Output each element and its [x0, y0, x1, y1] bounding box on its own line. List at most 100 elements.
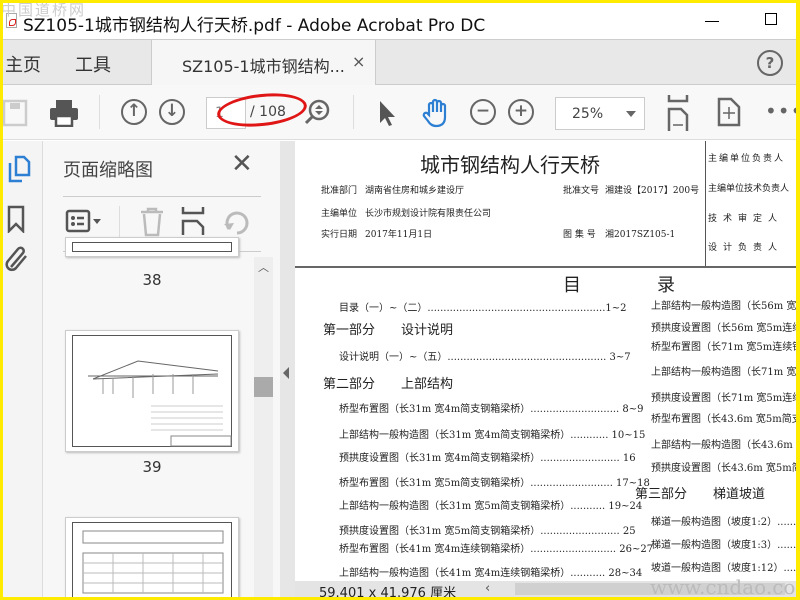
- bridge-drawing-thumbnail: [88, 360, 232, 447]
- delete-page-icon[interactable]: [139, 207, 165, 237]
- zoom-level-select[interactable]: 25%: [555, 97, 645, 130]
- window-title: SZ105-1城市钢结构人行天桥.pdf - Adobe Acrobat Pro…: [23, 16, 486, 36]
- attachments-icon[interactable]: [5, 245, 31, 273]
- thumbnail-scrollbar[interactable]: ︿: [254, 257, 273, 597]
- toc-part-heading: 第二部分 上部结构: [323, 377, 454, 392]
- signature-label: 主编单位技术负责人: [708, 184, 790, 194]
- signature-label: 设计负责人: [708, 243, 784, 253]
- toc-entry: 梯道一般构造图（坡度1:3）..............: [651, 540, 796, 551]
- signature-label: 技术审定人: [708, 214, 784, 224]
- close-panel-icon[interactable]: ✕: [231, 149, 253, 179]
- zoom-out-icon[interactable]: −: [470, 99, 496, 125]
- toc-heading: 目: [563, 275, 581, 296]
- rotate-view-icon[interactable]: [717, 97, 741, 127]
- page-thumbnail-38[interactable]: [65, 237, 239, 257]
- meta-value: 2017年11月1日: [365, 230, 433, 240]
- meta-value: 长沙市规划设计院有限责任公司: [365, 209, 492, 219]
- toc-entry: 坡道一般构造图（坡度1:12）..........: [651, 563, 796, 574]
- scrollbar-thumb[interactable]: [254, 377, 273, 397]
- page-dimensions: 59.401 x 41.976 厘米: [319, 586, 457, 597]
- insert-page-icon[interactable]: [181, 207, 207, 237]
- tab-home[interactable]: 主页: [5, 51, 41, 77]
- panel-title: 页面缩略图: [63, 160, 153, 181]
- header-divider: [295, 266, 796, 268]
- save-icon[interactable]: [3, 99, 29, 127]
- toc-entry: 预拱度设置图（长56m 宽5m连续钢箱梁: [651, 323, 796, 334]
- page-thumbnails-panel: 页面缩略图 ✕ 38 39 ︿: [43, 141, 280, 597]
- acrobat-window: SZ105-1城市钢结构人行天桥.pdf - Adobe Acrobat Pro…: [3, 3, 796, 597]
- toc-part-heading: 第一部分 设计说明: [323, 323, 454, 338]
- collapse-panel-strip[interactable]: [280, 141, 295, 597]
- toc-entry: 桥型布置图（长43.6m 宽5m简支钢桁梁: [651, 414, 796, 425]
- toc-entry: 预拱度设置图（长31m 宽5m简支钢箱梁桥）..................…: [339, 526, 636, 537]
- more-tools-icon[interactable]: •••: [765, 99, 796, 123]
- minimize-button[interactable]: [705, 21, 719, 22]
- toc-entry: 上部结构一般构造图（长31m 宽4m简支钢箱梁桥）............ 10…: [339, 430, 646, 441]
- toc-entry: 桥型布置图（长41m 宽4m连续钢箱梁桥）...................…: [339, 544, 654, 555]
- toolbar-divider: [99, 95, 100, 129]
- zoom-in-icon[interactable]: +: [508, 99, 534, 125]
- meta-label: 批准文号: [563, 186, 600, 196]
- scroll-up-icon[interactable]: ︿: [258, 259, 269, 275]
- meta-label: 图 集 号: [563, 230, 596, 240]
- zoom-pages-icon[interactable]: [305, 98, 331, 126]
- previous-page-icon[interactable]: ↑: [121, 99, 147, 125]
- signature-label: 主编单位负责人: [708, 154, 786, 164]
- toolbar-divider: [353, 95, 354, 129]
- divider: [63, 196, 261, 197]
- maximize-button[interactable]: [765, 13, 777, 25]
- toc-heading: 录: [657, 275, 675, 296]
- toc-entry: 桥型布置图（长31m 宽4m简支钢箱梁桥）...................…: [339, 404, 644, 415]
- print-icon[interactable]: [49, 99, 79, 127]
- toc-entry: 目录（一）~（二）...............................…: [339, 303, 627, 314]
- close-tab-icon[interactable]: ×: [352, 52, 365, 71]
- page-thumbnail-39[interactable]: [65, 330, 239, 452]
- toc-entry: 桥型布置图（长31m 宽5m简支钢箱梁桥）...................…: [339, 478, 650, 489]
- thumbnail-options-icon[interactable]: [65, 209, 105, 235]
- select-cursor-icon[interactable]: [377, 99, 397, 127]
- page-thumbnail-40[interactable]: [65, 517, 239, 597]
- toc-entry: 梯道一般构造图（坡度1:2）..............: [651, 517, 796, 528]
- collapse-left-icon[interactable]: [283, 367, 289, 379]
- bookmarks-icon[interactable]: [7, 205, 27, 233]
- navigation-pane-icons: [3, 141, 43, 597]
- meta-label: 实行日期: [321, 230, 358, 240]
- meta-label: 批准部门: [321, 186, 358, 196]
- meta-value: 湘2017SZ105-1: [605, 230, 676, 240]
- next-page-icon[interactable]: ↓: [159, 99, 185, 125]
- red-annotation-oval: [215, 89, 309, 131]
- meta-value: 湘建设【2017】200号: [605, 186, 700, 196]
- table-divider: [705, 141, 706, 266]
- toc-entry: 上部结构一般构造图（长41m 宽4m连续钢箱梁桥）........... 28~…: [339, 568, 643, 579]
- document-tab-label: SZ105-1城市钢结构...: [182, 57, 345, 76]
- toc-entry: 上部结构一般构造图（长56m 宽5m连续: [651, 301, 796, 312]
- toc-entry: 桥型布置图（长71m 宽5m连续钢箱梁桥: [651, 342, 796, 353]
- page-number-label: 38: [142, 271, 162, 289]
- divider: [119, 206, 120, 240]
- tab-tools[interactable]: 工具: [75, 51, 111, 77]
- toc-entry: 预拱度设置图（长43.6m 宽5m简支钢桁: [651, 463, 796, 474]
- toc-entry: 预拱度设置图（长31m 宽4m简支钢箱梁桥）..................…: [339, 453, 636, 464]
- toc-entry: 上部结构一般构造图（长71m 宽5m连续: [651, 367, 796, 378]
- chevron-down-icon: [626, 111, 636, 122]
- toc-entry: 上部结构一般构造图（长43.6m 宽5m简: [651, 440, 796, 451]
- document-view[interactable]: 城市钢结构人行天桥 批准部门 湖南省住房和城乡建设厅 批准文号 湘建设【2017…: [295, 141, 796, 581]
- document-title: 城市钢结构人行天桥: [420, 153, 600, 177]
- rotate-page-icon[interactable]: [223, 207, 251, 237]
- toc-entry: 上部结构一般构造图（长31m 宽5m简支钢箱梁桥）........... 19~…: [339, 501, 643, 512]
- tab-bar: 主页 工具 SZ105-1城市钢结构... × ?: [3, 39, 796, 85]
- help-icon[interactable]: ?: [757, 50, 783, 76]
- structure-drawing-thumbnail: [82, 530, 224, 594]
- page-thumbnails-icon[interactable]: [7, 155, 31, 185]
- scroll-left-icon[interactable]: ‹: [485, 581, 490, 596]
- page-number-label: 39: [142, 458, 162, 476]
- status-bar: 59.401 x 41.976 厘米 ‹ www.cndao.com: [295, 575, 796, 597]
- fit-page-icon[interactable]: [667, 95, 691, 131]
- toc-entry: 设计说明（一）~（五）.............................…: [339, 352, 631, 363]
- hand-tool-icon[interactable]: [421, 97, 451, 129]
- toc-part-heading: 第三部分 梯道坡道: [635, 487, 766, 502]
- zoom-level-value: 25%: [572, 106, 604, 122]
- toolbar: ↑ ↓ 1 / 108 − + 25% •••: [3, 85, 796, 140]
- tab-document[interactable]: SZ105-1城市钢结构... ×: [151, 40, 376, 85]
- site-watermark: www.cndao.com: [650, 575, 796, 597]
